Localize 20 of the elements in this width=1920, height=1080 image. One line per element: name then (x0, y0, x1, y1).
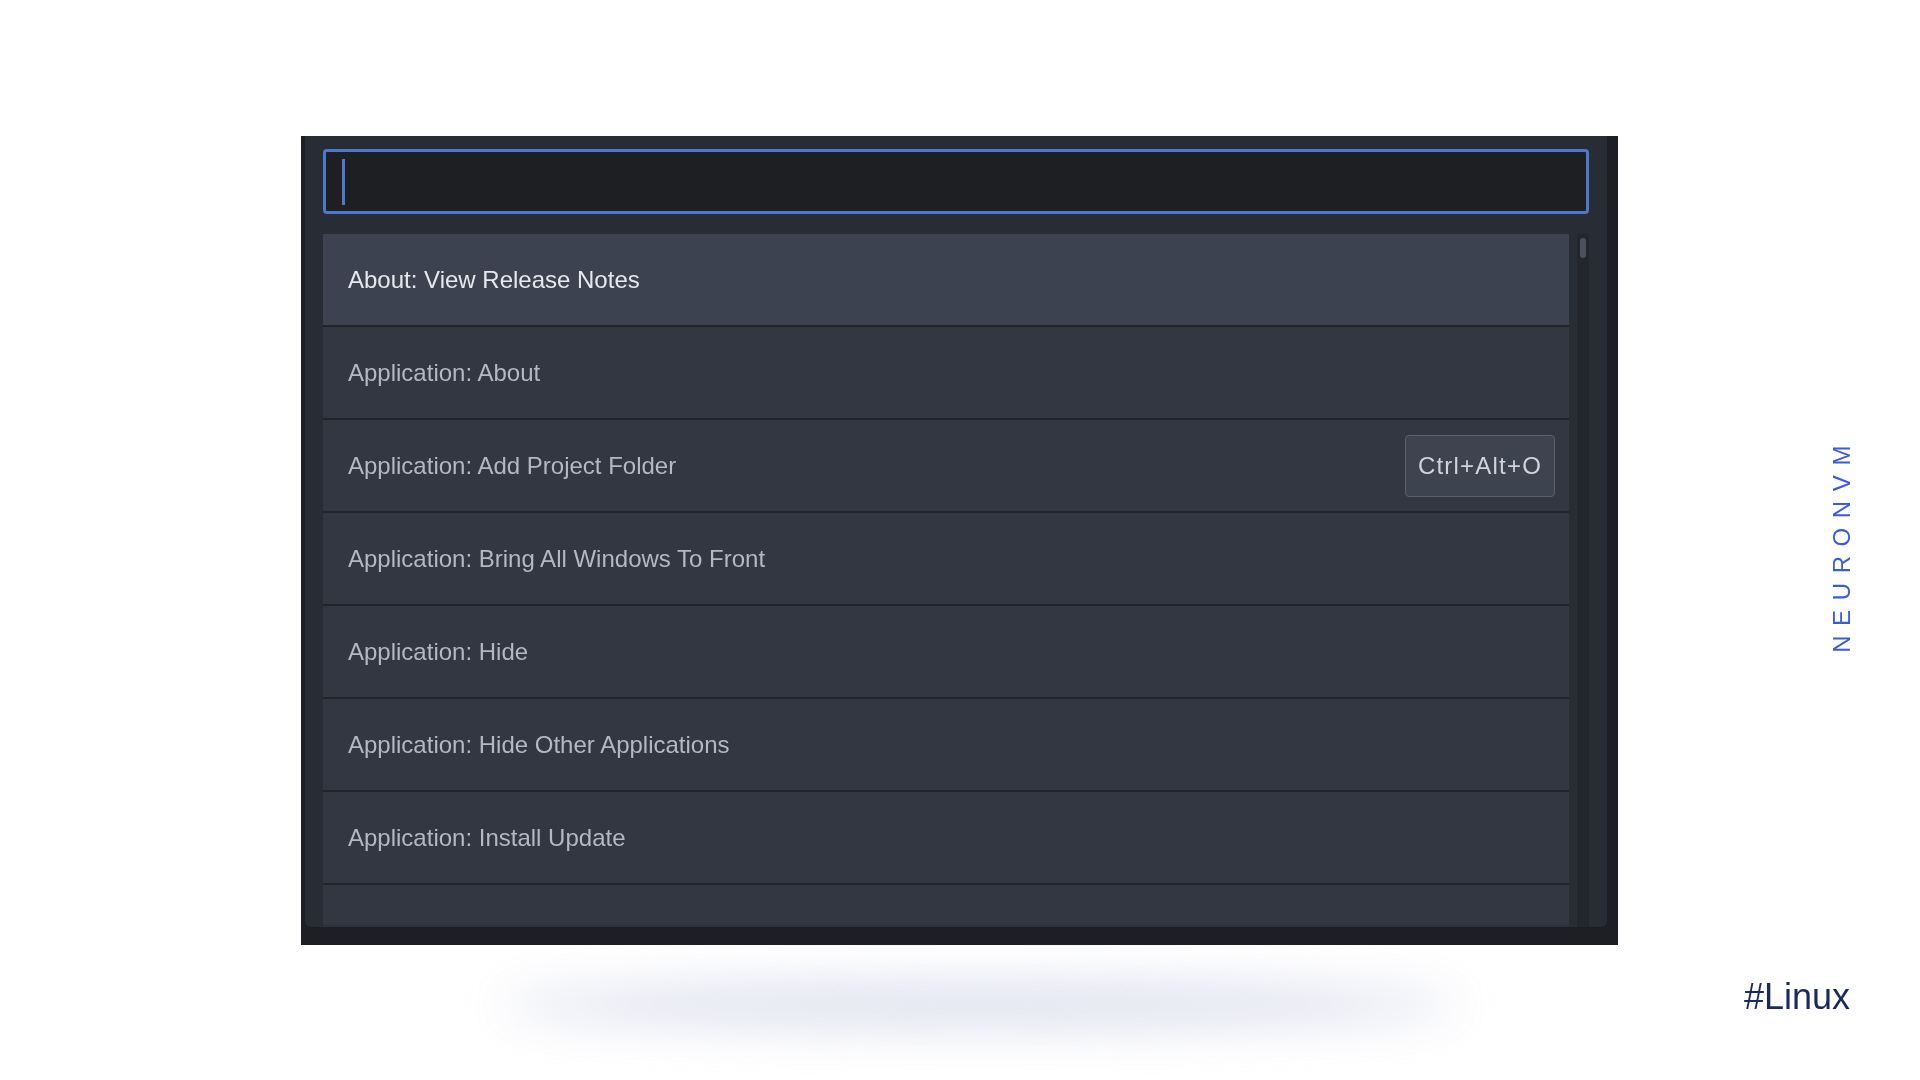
keybinding: Ctrl+Alt+O (1404, 434, 1555, 497)
command-item[interactable]: Application: Bring All Windows To Front (323, 513, 1569, 606)
command-label: Application: Hide Other Applications (348, 729, 730, 760)
search-field[interactable] (323, 149, 1589, 214)
command-label: Application: Hide (348, 636, 529, 667)
command-item[interactable]: Application: Hide (323, 606, 1569, 699)
text-cursor (342, 158, 345, 205)
command-label: Application: Bring All Windows To Front (348, 543, 766, 574)
command-item[interactable]: Application: Install Update (323, 792, 1569, 885)
command-label: About: View Release Notes (348, 264, 640, 295)
scrollbar[interactable] (1577, 234, 1589, 927)
command-item[interactable]: About: View Release Notes (323, 234, 1569, 327)
tag-text: #Linux (1744, 975, 1851, 1019)
command-item[interactable]: Application: Add Project Folder Ctrl+Alt+O (323, 420, 1569, 513)
command-item[interactable]: Application: Hide Other Applications (323, 699, 1569, 792)
command-label: Application: Install Update (348, 822, 626, 853)
command-item[interactable]: Application: About (323, 327, 1569, 420)
command-label: Application: About (348, 357, 541, 388)
command-label: Application: Add Project Folder (348, 450, 677, 481)
brand-text: NEURONVM (1827, 436, 1856, 653)
